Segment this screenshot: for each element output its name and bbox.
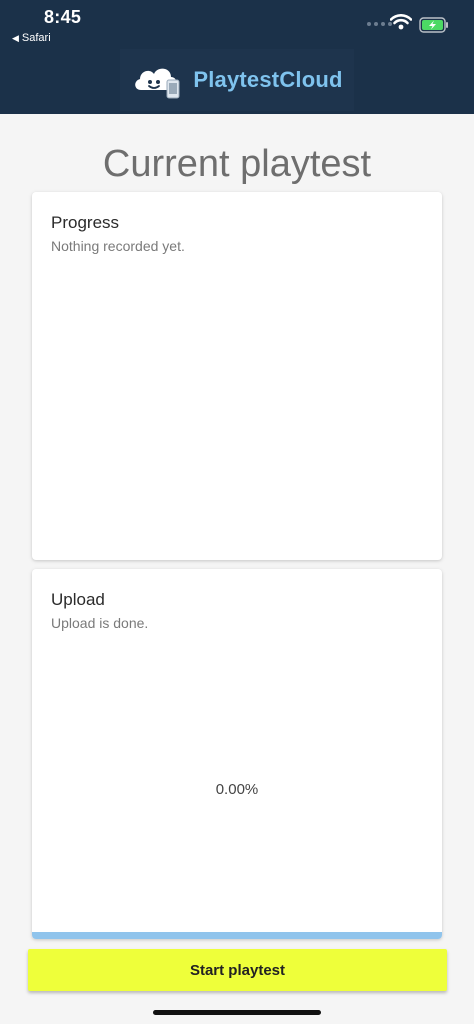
upload-percent-label: 0.00%: [215, 781, 259, 798]
upload-card-status: Upload is done.: [51, 615, 149, 631]
cloud-mascot-icon: [135, 68, 180, 99]
app-header: 8:45 ◀ Safari PlaytestCloud: [0, 0, 474, 114]
back-app-label: Safari: [21, 32, 51, 44]
upload-card: Upload Upload is done. 0.00%: [32, 569, 442, 939]
progress-card: Progress Nothing recorded yet.: [32, 192, 442, 560]
progress-card-status: Nothing recorded yet.: [51, 238, 185, 254]
upload-progress-track: [32, 932, 442, 939]
upload-progress-fill: [32, 932, 442, 939]
back-to-app-link[interactable]: ◀ Safari: [12, 32, 51, 44]
start-playtest-button[interactable]: Start playtest: [28, 949, 447, 991]
signal-icon: [367, 22, 392, 26]
status-bar: 8:45 ◀ Safari: [0, 0, 474, 50]
page-title: Current playtest: [102, 143, 372, 185]
home-indicator[interactable]: [153, 1010, 321, 1015]
battery-charging-icon: [419, 17, 448, 33]
upload-card-title: Upload: [51, 590, 105, 609]
wifi-icon: [390, 14, 412, 30]
progress-card-title: Progress: [51, 213, 120, 232]
logo-text: PlaytestCloud: [193, 67, 343, 92]
back-arrow-icon: ◀: [12, 32, 19, 43]
status-time: 8:45: [44, 7, 82, 27]
app-logo[interactable]: PlaytestCloud: [120, 49, 354, 111]
